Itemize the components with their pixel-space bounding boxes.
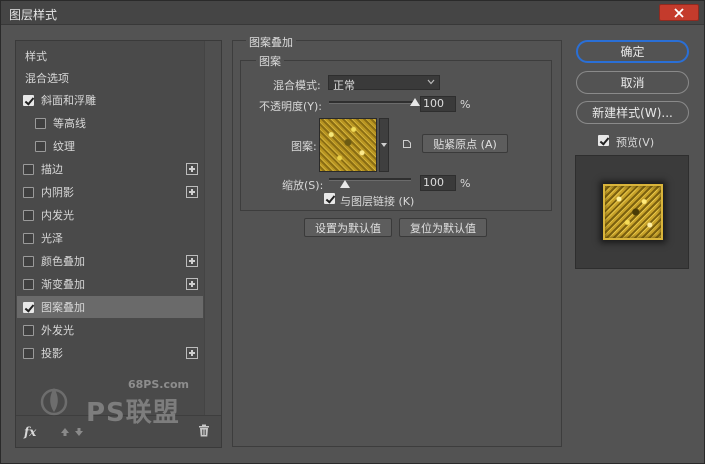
scale-label: 缩放(S): — [282, 179, 324, 192]
add-color-overlay-plus-icon[interactable] — [186, 255, 198, 267]
watermark-site: 68PS.com — [128, 378, 190, 391]
scale-input[interactable]: 100 — [420, 175, 456, 191]
texture-checkbox[interactable] — [35, 140, 46, 152]
sidebar-item-drop-shadow[interactable]: 投影 — [17, 342, 203, 364]
pattern-overlay-checkbox[interactable] — [23, 301, 34, 313]
sidebar-item-inner-glow[interactable]: 内发光 — [17, 204, 203, 226]
blend-mode-label: 混合模式: — [273, 79, 321, 92]
set-default-button[interactable]: 设置为默认值 — [304, 218, 392, 237]
styles-header[interactable]: 样式 — [17, 45, 203, 67]
outer-glow-checkbox[interactable] — [23, 324, 34, 336]
preview-checkbox[interactable] — [598, 135, 609, 146]
add-drop-shadow-plus-icon[interactable] — [186, 347, 198, 359]
blend-mode-value: 正常 — [333, 79, 355, 92]
opacity-slider-thumb[interactable] — [410, 98, 420, 106]
preview-label: 预览(V) — [616, 136, 655, 149]
sidebar-item-label: 外发光 — [41, 324, 74, 337]
sidebar-item-outer-glow[interactable]: 外发光 — [17, 319, 203, 341]
title-bar: 图层样式 — [1, 1, 704, 25]
cancel-button[interactable]: 取消 — [576, 71, 689, 94]
sidebar-item-texture[interactable]: 纹理 — [17, 135, 203, 157]
new-style-button[interactable]: 新建样式(W)... — [576, 101, 689, 124]
gold-pattern-preview — [603, 184, 663, 240]
link-with-layer-label: 与图层链接 (K) — [340, 195, 415, 208]
add-stroke-plus-icon[interactable] — [186, 163, 198, 175]
ok-button[interactable]: 确定 — [576, 40, 689, 63]
close-button[interactable] — [659, 4, 699, 21]
style-preview — [575, 155, 689, 269]
group-title: 图案 — [256, 53, 284, 69]
sidebar-item-contour[interactable]: 等高线 — [17, 112, 203, 134]
sidebar-item-label: 斜面和浮雕 — [41, 94, 96, 107]
snap-to-origin-button[interactable]: 贴紧原点 (A) — [422, 134, 508, 153]
sidebar-item-label: 图案叠加 — [41, 301, 85, 314]
blend-mode-select[interactable]: 正常 — [328, 75, 440, 92]
drop-shadow-checkbox[interactable] — [23, 347, 34, 359]
gradient-overlay-checkbox[interactable] — [23, 278, 34, 290]
sidebar-item-pattern-overlay[interactable]: 图案叠加 — [17, 296, 203, 318]
bevel-emboss-checkbox[interactable] — [23, 94, 34, 106]
move-down-icon[interactable] — [74, 427, 84, 437]
opacity-input[interactable]: 100 — [420, 96, 456, 112]
add-gradient-overlay-plus-icon[interactable] — [186, 278, 198, 290]
add-inner-shadow-plus-icon[interactable] — [186, 186, 198, 198]
sidebar-item-color-overlay[interactable]: 颜色叠加 — [17, 250, 203, 272]
sidebar-item-gradient-overlay[interactable]: 渐变叠加 — [17, 273, 203, 295]
link-with-layer-checkbox[interactable] — [324, 193, 335, 204]
blend-options-label: 混合选项 — [25, 72, 69, 85]
color-overlay-checkbox[interactable] — [23, 255, 34, 267]
blend-options-item[interactable]: 混合选项 — [17, 67, 203, 89]
fx-menu-button[interactable]: fx — [24, 425, 36, 439]
scale-slider-thumb[interactable] — [340, 180, 351, 188]
sidebar-item-label: 内阴影 — [41, 186, 74, 199]
pattern-picker-dropdown[interactable] — [379, 118, 389, 172]
sidebar-item-label: 光泽 — [41, 232, 63, 245]
watermark-text: PS联盟 — [86, 398, 180, 428]
pattern-label: 图案: — [291, 140, 317, 153]
inner-shadow-checkbox[interactable] — [23, 186, 34, 198]
section-title: 图案叠加 — [246, 34, 296, 50]
opacity-label: 不透明度(Y): — [259, 100, 323, 113]
new-preset-icon[interactable] — [402, 139, 412, 149]
styles-header-label: 样式 — [25, 50, 47, 63]
chevron-down-icon — [427, 79, 435, 85]
reset-default-button[interactable]: 复位为默认值 — [399, 218, 487, 237]
satin-checkbox[interactable] — [23, 232, 34, 244]
opacity-slider[interactable] — [329, 101, 415, 104]
sidebar-item-label: 渐变叠加 — [41, 278, 85, 291]
opacity-percent: % — [460, 98, 471, 111]
pattern-swatch[interactable] — [319, 118, 377, 172]
inner-glow-checkbox[interactable] — [23, 209, 34, 221]
sidebar-item-stroke[interactable]: 描边 — [17, 158, 203, 180]
sidebar-item-label: 描边 — [41, 163, 63, 176]
move-up-icon[interactable] — [60, 427, 70, 437]
sidebar-item-label: 等高线 — [53, 117, 86, 130]
window-title: 图层样式 — [9, 8, 58, 22]
trash-icon[interactable] — [198, 424, 210, 437]
sidebar-item-satin[interactable]: 光泽 — [17, 227, 203, 249]
sidebar-item-label: 投影 — [41, 347, 63, 360]
stroke-checkbox[interactable] — [23, 163, 34, 175]
styles-list-scrollbar[interactable] — [204, 41, 221, 416]
scale-percent: % — [460, 177, 471, 190]
contour-checkbox[interactable] — [35, 117, 46, 129]
sidebar-item-label: 颜色叠加 — [41, 255, 85, 268]
sidebar-item-label: 内发光 — [41, 209, 74, 222]
sidebar-item-label: 纹理 — [53, 140, 75, 153]
sidebar-item-bevel-emboss[interactable]: 斜面和浮雕 — [17, 89, 203, 111]
close-icon — [674, 7, 684, 18]
sidebar-item-inner-shadow[interactable]: 内阴影 — [17, 181, 203, 203]
